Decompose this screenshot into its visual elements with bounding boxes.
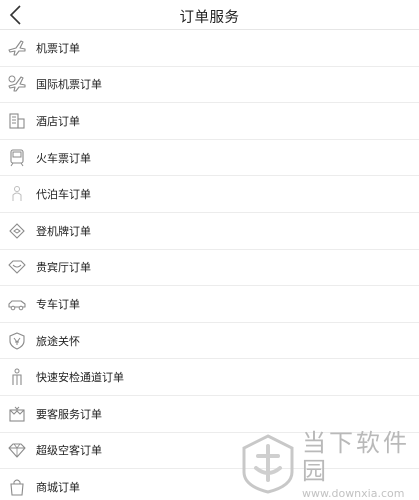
- page-title: 订单服务: [179, 10, 240, 26]
- international-flight-icon: [7, 74, 27, 94]
- menu-item-label: 国际机票订单: [36, 78, 102, 92]
- menu-item-label: 超级空客订单: [36, 444, 102, 458]
- menu-item-train-orders[interactable]: 火车票订单: [0, 140, 419, 177]
- menu-item-label: 贵宾厅订单: [36, 261, 91, 275]
- menu-item-label: 商城订单: [36, 481, 80, 495]
- menu-item-travel-care[interactable]: 旅途关怀: [0, 323, 419, 360]
- menu-item-label: 酒店订单: [36, 114, 80, 128]
- order-service-list: 机票订单 国际机票订单 酒店订单 火车票订单 代泊车订单 登机牌订单 贵宾厅订单…: [0, 30, 419, 500]
- airplane-icon: [7, 38, 27, 58]
- top-bar: 订单服务: [0, 0, 419, 30]
- menu-item-label: 机票订单: [36, 41, 80, 55]
- menu-item-mall-orders[interactable]: 商城订单: [0, 469, 419, 500]
- boarding-pass-icon: [7, 221, 27, 241]
- menu-item-label: 要客服务订单: [36, 407, 102, 421]
- menu-item-vip-service-orders[interactable]: 要客服务订单: [0, 396, 419, 433]
- menu-item-vip-lounge-orders[interactable]: 贵宾厅订单: [0, 250, 419, 287]
- security-check-icon: [7, 367, 27, 387]
- menu-item-boarding-pass-orders[interactable]: 登机牌订单: [0, 213, 419, 250]
- train-icon: [7, 148, 27, 168]
- menu-item-car-orders[interactable]: 专车订单: [0, 286, 419, 323]
- car-icon: [7, 294, 27, 314]
- menu-item-hotel-orders[interactable]: 酒店订单: [0, 103, 419, 140]
- vip-lounge-icon: [7, 257, 27, 277]
- menu-item-label: 旅途关怀: [36, 334, 80, 348]
- menu-item-label: 专车订单: [36, 297, 80, 311]
- diamond-icon: [7, 440, 27, 460]
- menu-item-international-flight-orders[interactable]: 国际机票订单: [0, 67, 419, 104]
- menu-item-flight-orders[interactable]: 机票订单: [0, 30, 419, 67]
- menu-item-label: 快速安检通道订单: [36, 371, 124, 385]
- hotel-icon: [7, 111, 27, 131]
- menu-item-super-airbus-orders[interactable]: 超级空客订单: [0, 433, 419, 470]
- vip-service-icon: [7, 404, 27, 424]
- shopping-bag-icon: [7, 477, 27, 497]
- shield-icon: [7, 331, 27, 351]
- menu-item-label: 登机牌订单: [36, 224, 91, 238]
- menu-item-label: 火车票订单: [36, 151, 91, 165]
- menu-item-fast-security-check-orders[interactable]: 快速安检通道订单: [0, 359, 419, 396]
- menu-item-label: 代泊车订单: [36, 188, 91, 202]
- menu-item-valet-parking-orders[interactable]: 代泊车订单: [0, 176, 419, 213]
- valet-parking-icon: [7, 184, 27, 204]
